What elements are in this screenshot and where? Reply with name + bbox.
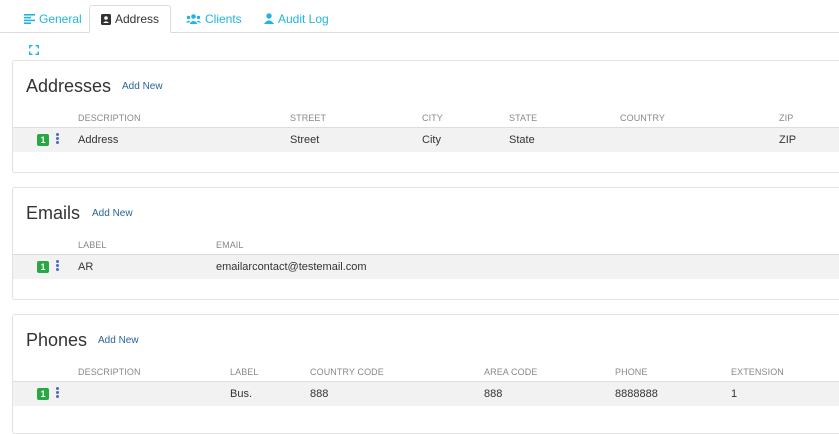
column-header: STREET [290, 113, 327, 123]
column-header: ZIP [779, 113, 794, 123]
table-row[interactable]: 1 Bus. 888 888 8888888 1 [13, 381, 839, 406]
column-header: EXTENSION [731, 367, 784, 377]
tab-bar: General Address Clients Audit Log [0, 0, 839, 33]
addresses-panel: Addresses Add New DESCRIPTION STREET CIT… [12, 60, 839, 173]
address-zip: ZIP [779, 134, 797, 146]
row-index-badge: 1 [37, 134, 49, 146]
email-label: AR [78, 261, 94, 273]
phone-extension: 1 [731, 388, 738, 400]
address-street: Street [290, 134, 320, 146]
phones-add-new-link[interactable]: Add New [98, 335, 139, 346]
column-header: EMAIL [216, 240, 244, 250]
table-row[interactable]: 1 Address Street City State ZIP [13, 127, 839, 152]
email-address: emailarcontact@testemail.com [216, 261, 367, 273]
emails-title: Emails [26, 203, 81, 223]
tab-general-label: General [39, 11, 82, 26]
column-header: LABEL [230, 367, 259, 377]
address-card-icon [100, 13, 111, 25]
expand-icon[interactable] [29, 42, 39, 55]
column-header: COUNTRY [620, 113, 666, 123]
tab-audit-log[interactable]: Audit Log [264, 5, 329, 32]
phone-area-code: 888 [484, 388, 503, 400]
user-icon [264, 13, 274, 24]
column-header: DESCRIPTION [78, 367, 141, 377]
phone-number: 8888888 [615, 388, 658, 400]
row-menu-icon[interactable] [54, 387, 60, 401]
addresses-title: Addresses [26, 76, 112, 96]
address-city: City [422, 134, 441, 146]
row-index-badge: 1 [37, 261, 49, 273]
tab-address[interactable]: Address [89, 5, 171, 33]
column-header: AREA CODE [484, 367, 538, 377]
row-index-badge: 1 [37, 388, 49, 400]
phone-label: Bus. [230, 388, 253, 400]
tab-clients-label: Clients [205, 11, 242, 26]
tab-audit-log-label: Audit Log [278, 11, 329, 26]
tab-clients[interactable]: Clients [186, 5, 242, 32]
column-header: CITY [422, 113, 443, 123]
users-icon [186, 13, 201, 24]
table-row[interactable]: 1 AR emailarcontact@testemail.com [13, 254, 839, 279]
row-menu-icon[interactable] [54, 133, 60, 147]
phones-title: Phones [26, 330, 88, 350]
emails-add-new-link[interactable]: Add New [92, 208, 133, 219]
column-header: LABEL [78, 240, 107, 250]
tab-general[interactable]: General [24, 5, 82, 32]
column-header: STATE [509, 113, 538, 123]
tab-address-label: Address [114, 12, 160, 26]
list-icon [24, 13, 35, 24]
column-header: DESCRIPTION [78, 113, 141, 123]
column-header: COUNTRY CODE [310, 367, 384, 377]
emails-panel: Emails Add New LABEL EMAIL 1 AR emailarc… [12, 187, 839, 300]
addresses-add-new-link[interactable]: Add New [122, 81, 163, 92]
address-description: Address [78, 134, 119, 146]
address-state: State [509, 134, 535, 146]
phones-panel: Phones Add New DESCRIPTION LABEL COUNTRY… [12, 314, 839, 434]
row-menu-icon[interactable] [54, 260, 60, 274]
column-header: PHONE [615, 367, 648, 377]
phone-country-code: 888 [310, 388, 329, 400]
